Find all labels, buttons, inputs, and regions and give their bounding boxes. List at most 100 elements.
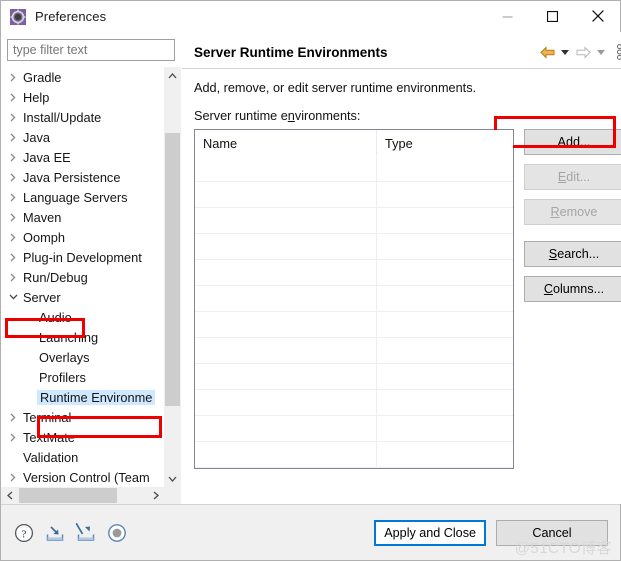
search-button[interactable]: Search... xyxy=(524,241,621,267)
page-description: Add, remove, or edit server runtime envi… xyxy=(194,81,477,95)
tree-scroll-thumb[interactable] xyxy=(165,133,180,406)
column-divider xyxy=(376,156,377,468)
column-header-type[interactable]: Type xyxy=(376,130,513,156)
chevron-right-icon[interactable] xyxy=(5,93,21,102)
table-row[interactable] xyxy=(195,442,513,468)
chevron-right-icon[interactable] xyxy=(147,487,164,504)
page-header: Server Runtime Environments xyxy=(182,36,621,69)
sidebar-item[interactable]: Install/Update xyxy=(1,107,163,127)
sidebar-item[interactable]: Language Servers xyxy=(1,187,163,207)
table-row[interactable] xyxy=(195,260,513,286)
sidebar-item[interactable]: Plug-in Development xyxy=(1,247,163,267)
chevron-right-icon[interactable] xyxy=(5,233,21,242)
chevron-right-icon[interactable] xyxy=(5,433,21,442)
sidebar-item-label: Java xyxy=(23,129,51,145)
add-button[interactable]: Add... xyxy=(524,129,621,155)
table-row[interactable] xyxy=(195,156,513,182)
column-header-name[interactable]: Name xyxy=(195,130,376,156)
sidebar-item-label: Terminal xyxy=(23,409,72,425)
chevron-right-icon[interactable] xyxy=(5,413,21,422)
chevron-right-icon[interactable] xyxy=(5,253,21,262)
preferences-window: Preferences GradleHelpInstall/ xyxy=(0,0,621,561)
table-row[interactable] xyxy=(195,182,513,208)
sidebar-item[interactable]: Validation xyxy=(1,447,163,467)
table-row[interactable] xyxy=(195,390,513,416)
tree-hscroll-thumb[interactable] xyxy=(19,488,117,503)
sidebar-item[interactable]: Launching xyxy=(1,327,163,347)
chevron-down-icon[interactable] xyxy=(5,294,21,300)
list-label-text-tail: vironments: xyxy=(294,109,361,123)
table-action-buttons: Add... Edit... Remove Search... Columns... xyxy=(524,129,621,311)
sidebar-item[interactable]: Runtime Environme xyxy=(1,387,163,407)
vertical-dots-icon[interactable] xyxy=(610,43,621,61)
edit-button: Edit... xyxy=(524,164,621,190)
close-icon[interactable] xyxy=(575,1,620,31)
preferences-tree[interactable]: Gradle Help Install/Update Java Java EE Java … xyxy=(1,67,163,487)
chevron-left-icon[interactable] xyxy=(1,487,18,504)
dialog-content: Gradle Help Install/Update Java Java EE Java … xyxy=(1,32,621,504)
chevron-down-icon[interactable] xyxy=(164,470,181,487)
sidebar-item-label: TextMate xyxy=(23,429,75,445)
caret-down-icon[interactable] xyxy=(559,43,571,61)
table-row[interactable] xyxy=(195,468,513,469)
sidebar-item[interactable]: Java Persistence xyxy=(1,167,163,187)
table-row[interactable] xyxy=(195,312,513,338)
table-row[interactable] xyxy=(195,208,513,234)
filter-box[interactable] xyxy=(7,39,175,61)
sidebar-item[interactable]: Version Control (Team xyxy=(1,467,163,487)
caret-down-icon[interactable] xyxy=(595,43,607,61)
import-icon[interactable] xyxy=(44,522,66,544)
chevron-up-icon[interactable] xyxy=(164,67,181,84)
back-arrow-icon[interactable] xyxy=(538,43,556,61)
table-row[interactable] xyxy=(195,338,513,364)
sidebar-item[interactable]: Java xyxy=(1,127,163,147)
sidebar-item[interactable]: TextMate xyxy=(1,427,163,447)
sidebar-item[interactable]: Java EE xyxy=(1,147,163,167)
chevron-right-icon[interactable] xyxy=(5,273,21,282)
preference-page: Server Runtime Environments Add, remove,… xyxy=(181,32,621,504)
tree-vertical-scrollbar[interactable] xyxy=(163,67,181,487)
table-body xyxy=(195,156,513,468)
page-body: Add, remove, or edit server runtime envi… xyxy=(182,69,621,504)
sidebar-item[interactable]: Help xyxy=(1,87,163,107)
export-icon[interactable] xyxy=(75,522,97,544)
runtime-environments-table[interactable]: Name Type xyxy=(194,129,514,469)
chevron-right-icon[interactable] xyxy=(5,473,21,482)
chevron-right-icon[interactable] xyxy=(5,113,21,122)
sidebar-item-label: Audio xyxy=(39,309,72,325)
sidebar-item[interactable]: Gradle xyxy=(1,67,163,87)
forward-arrow-icon xyxy=(574,43,592,61)
table-and-buttons: Name Type Add... Edit... Remove Search... Co… xyxy=(194,129,621,469)
sidebar-item[interactable]: Terminal xyxy=(1,407,163,427)
help-icon[interactable]: ? xyxy=(13,522,35,544)
table-row[interactable] xyxy=(195,416,513,442)
sidebar-item[interactable]: Maven xyxy=(1,207,163,227)
sidebar-item[interactable]: Run/Debug xyxy=(1,267,163,287)
table-row[interactable] xyxy=(195,364,513,390)
chevron-right-icon[interactable] xyxy=(5,173,21,182)
sidebar-item[interactable]: Oomph xyxy=(1,227,163,247)
sidebar-item[interactable]: Server xyxy=(1,287,163,307)
restore-defaults-icon[interactable] xyxy=(106,522,128,544)
table-row[interactable] xyxy=(195,234,513,260)
chevron-right-icon[interactable] xyxy=(5,133,21,142)
search-input[interactable] xyxy=(13,43,174,57)
chevron-right-icon[interactable] xyxy=(5,193,21,202)
table-row[interactable] xyxy=(195,286,513,312)
page-title: Server Runtime Environments xyxy=(194,44,388,60)
maximize-icon[interactable] xyxy=(530,1,575,31)
sidebar-item[interactable]: Audio xyxy=(1,307,163,327)
sidebar-item-label: Runtime Environme xyxy=(37,389,156,405)
tree-horizontal-scrollbar[interactable] xyxy=(1,486,164,504)
apply-and-close-button[interactable]: Apply and Close xyxy=(374,519,486,546)
chevron-right-icon[interactable] xyxy=(5,153,21,162)
sidebar-item[interactable]: Overlays xyxy=(1,347,163,367)
sidebar-item[interactable]: Profilers xyxy=(1,367,163,387)
minimize-icon[interactable] xyxy=(485,1,530,31)
list-label-text: Server runtime e xyxy=(194,109,288,123)
chevron-right-icon[interactable] xyxy=(5,73,21,82)
columns-button[interactable]: Columns... xyxy=(524,276,621,302)
window-title-bar: Preferences xyxy=(1,1,620,32)
chevron-right-icon[interactable] xyxy=(5,213,21,222)
sidebar-item-label: Server xyxy=(23,289,61,305)
